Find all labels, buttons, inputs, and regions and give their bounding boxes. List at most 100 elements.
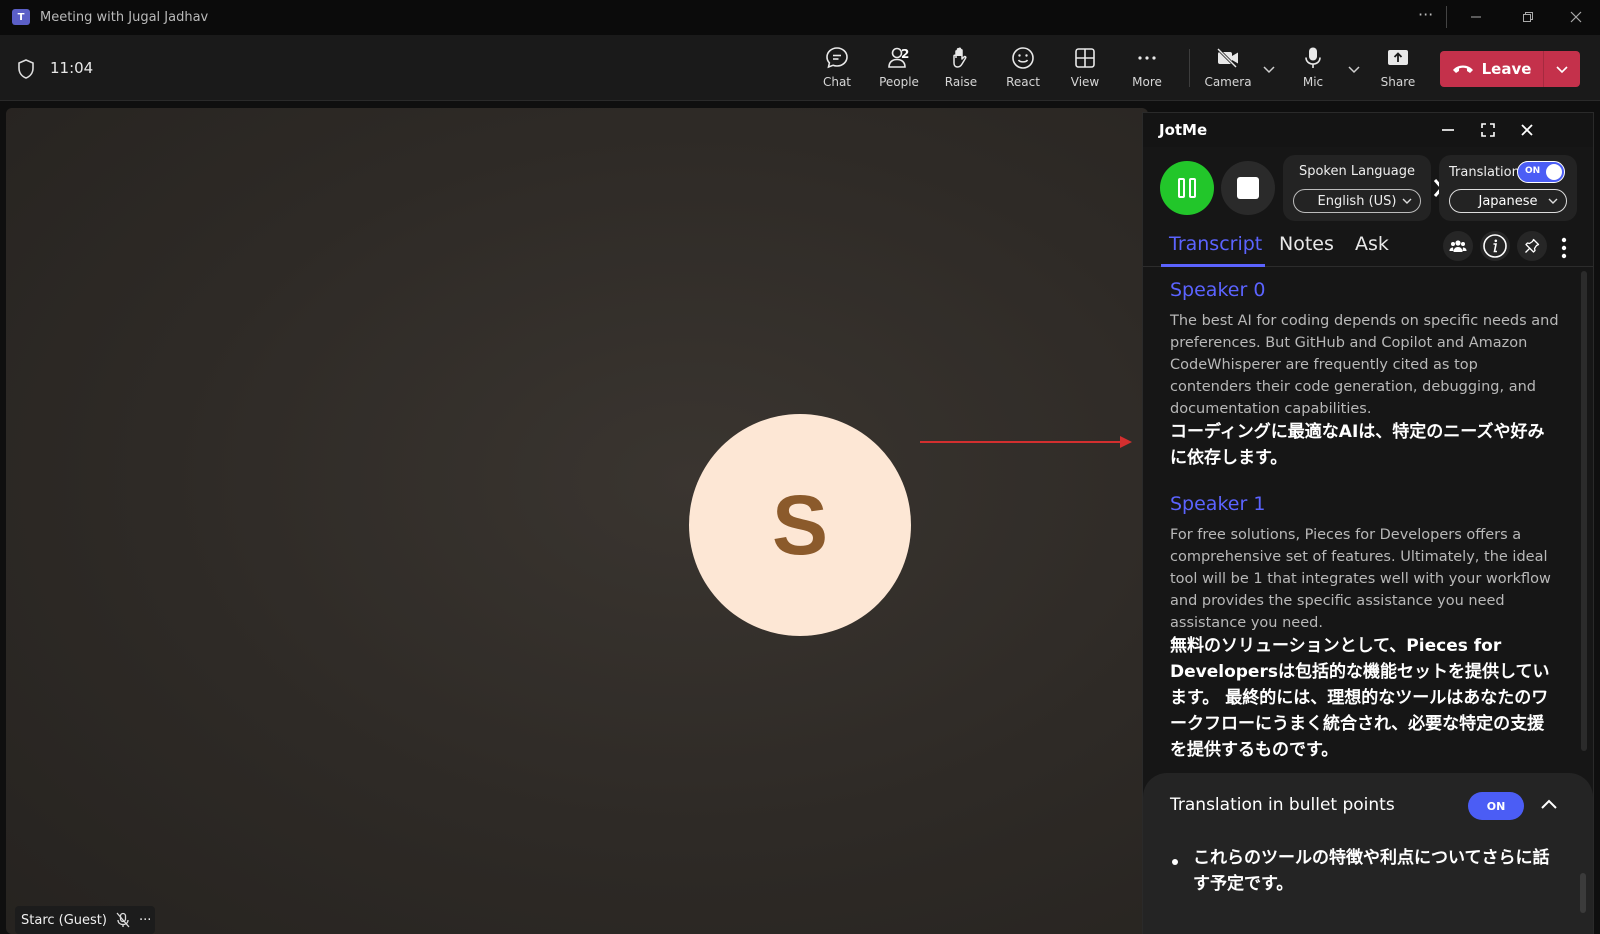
raise-hand-icon — [953, 47, 967, 68]
translation-box: Translation ON Japanese — [1439, 155, 1577, 221]
people-button[interactable]: 2 People — [871, 45, 927, 95]
chevron-down-icon — [1402, 198, 1412, 204]
title-divider — [1446, 6, 1447, 28]
leave-main-button[interactable]: Leave — [1440, 51, 1543, 87]
translation-toggle[interactable]: ON — [1517, 161, 1565, 183]
pause-recording-button[interactable] — [1160, 161, 1214, 215]
toolbar-divider — [1189, 49, 1190, 87]
pause-bar-right-icon — [1189, 178, 1196, 198]
share-screen-icon — [1388, 50, 1408, 65]
participant-more-button[interactable]: ··· — [139, 913, 151, 928]
more-button[interactable]: More — [1119, 45, 1175, 95]
more-label: More — [1132, 75, 1162, 89]
camera-label: Camera — [1204, 75, 1252, 89]
jotme-tabs: Transcript Notes Ask — [1143, 231, 1593, 267]
bullet-item: これらのツールの特徴や利点についてさらに話す予定です。 — [1193, 848, 1550, 894]
speaker-name: Speaker 1 — [1170, 493, 1266, 515]
spoken-language-box: Spoken Language English (US) — [1283, 155, 1431, 221]
smiley-icon — [1012, 47, 1034, 69]
bullet-translation-toggle[interactable]: ON — [1468, 792, 1524, 820]
participant-name: Starc (Guest) — [21, 912, 107, 928]
translation-language-value: Japanese — [1478, 193, 1538, 209]
jotme-close-button[interactable] — [1516, 119, 1538, 141]
tab-transcript[interactable]: Transcript — [1169, 233, 1262, 255]
share-button[interactable]: Share — [1370, 45, 1426, 95]
speakers-button[interactable] — [1443, 231, 1473, 261]
chevron-down-icon — [1556, 66, 1568, 74]
camera-options-chevron-icon[interactable] — [1261, 61, 1277, 77]
window-more-button[interactable]: ··· — [1418, 5, 1433, 24]
bullet-panel-title: Translation in bullet points — [1170, 795, 1395, 815]
spoken-language-label: Spoken Language — [1298, 164, 1416, 179]
view-button[interactable]: View — [1057, 45, 1113, 95]
pin-button[interactable] — [1517, 231, 1547, 261]
jotme-controls: Spoken Language English (US) Translation… — [1143, 153, 1593, 225]
speaker-name: Speaker 0 — [1170, 279, 1266, 301]
close-icon — [1521, 124, 1533, 136]
bullet-dot — [1172, 859, 1178, 865]
chat-button[interactable]: Chat — [809, 45, 865, 95]
mic-muted-icon — [116, 912, 130, 928]
microphone-icon — [1305, 47, 1321, 68]
jotme-title: JotMe — [1159, 121, 1208, 139]
pin-icon — [1525, 238, 1540, 253]
transcript-text: For free solutions, Pieces for Developer… — [1170, 527, 1551, 631]
meeting-timer: 11:04 — [50, 59, 94, 77]
leave-label: Leave — [1481, 60, 1532, 78]
people-label: People — [879, 75, 919, 89]
raise-hand-button[interactable]: Raise — [933, 45, 989, 95]
minimize-button[interactable] — [1464, 6, 1488, 28]
jotme-expand-button[interactable] — [1477, 119, 1499, 141]
tab-ask[interactable]: Ask — [1355, 233, 1389, 255]
raise-label: Raise — [944, 75, 978, 89]
view-label: View — [1070, 75, 1100, 89]
window-title-bar: T Meeting with Jugal Jadhav ··· — [0, 0, 1600, 35]
minimize-icon — [1471, 16, 1481, 18]
participant-avatar: S — [689, 414, 911, 636]
leave-options-button[interactable] — [1544, 61, 1580, 77]
mic-button[interactable]: Mic — [1285, 45, 1341, 95]
tab-notes[interactable]: Notes — [1279, 233, 1334, 255]
restore-button[interactable] — [1516, 6, 1540, 28]
translation-language-select[interactable]: Japanese — [1449, 189, 1567, 213]
leave-button[interactable]: Leave — [1440, 51, 1580, 87]
camera-off-icon — [1216, 47, 1238, 69]
grid-view-icon — [1075, 48, 1095, 68]
avatar-initial: S — [771, 477, 829, 572]
stop-recording-button[interactable] — [1221, 161, 1275, 215]
share-label: Share — [1380, 75, 1416, 89]
video-stage — [6, 108, 1148, 934]
close-window-button[interactable] — [1564, 6, 1588, 28]
meeting-toolbar: 11:04 Chat 2 People Raise React View Mor… — [0, 35, 1600, 101]
teams-logo-icon: T — [12, 9, 30, 25]
shield-icon — [18, 59, 34, 79]
people-count: 2 — [901, 47, 910, 61]
jotme-minimize-button[interactable] — [1437, 119, 1459, 141]
restore-icon — [1523, 12, 1533, 22]
expand-icon — [1481, 123, 1495, 137]
group-icon — [1449, 240, 1467, 252]
kebab-menu-icon[interactable] — [1561, 237, 1567, 259]
transcript-list: Speaker 0 The best AI for coding depends… — [1143, 275, 1583, 767]
bullet-panel-scrollbar[interactable] — [1580, 873, 1586, 913]
info-button[interactable] — [1480, 231, 1510, 261]
translated-text: コーディングに最適なAIは、特定のニーズや好みに依存します。 — [1170, 422, 1545, 468]
chat-icon — [826, 47, 848, 69]
active-tab-indicator — [1161, 264, 1265, 267]
camera-button[interactable]: Camera — [1200, 45, 1256, 95]
participant-name-tag: Starc (Guest) ··· — [15, 906, 155, 934]
pause-bar-left-icon — [1178, 178, 1185, 198]
minimize-icon — [1442, 129, 1454, 131]
chevron-up-icon[interactable] — [1539, 795, 1559, 815]
toggle-knob — [1546, 164, 1562, 180]
window-title: Meeting with Jugal Jadhav — [40, 10, 209, 25]
translation-label: Translation — [1449, 165, 1520, 180]
chevron-down-icon — [1548, 198, 1558, 204]
mic-options-chevron-icon[interactable] — [1346, 61, 1362, 77]
react-button[interactable]: React — [995, 45, 1051, 95]
spoken-language-select[interactable]: English (US) — [1293, 189, 1421, 213]
bullet-translation-panel: Translation in bullet points ON これらのツールの… — [1143, 773, 1593, 934]
translation-toggle-text: ON — [1525, 166, 1541, 176]
translated-text: 無料のソリューションとして、Pieces for Developersは包括的な… — [1170, 636, 1550, 760]
annotation-arrow-icon — [920, 436, 1132, 448]
